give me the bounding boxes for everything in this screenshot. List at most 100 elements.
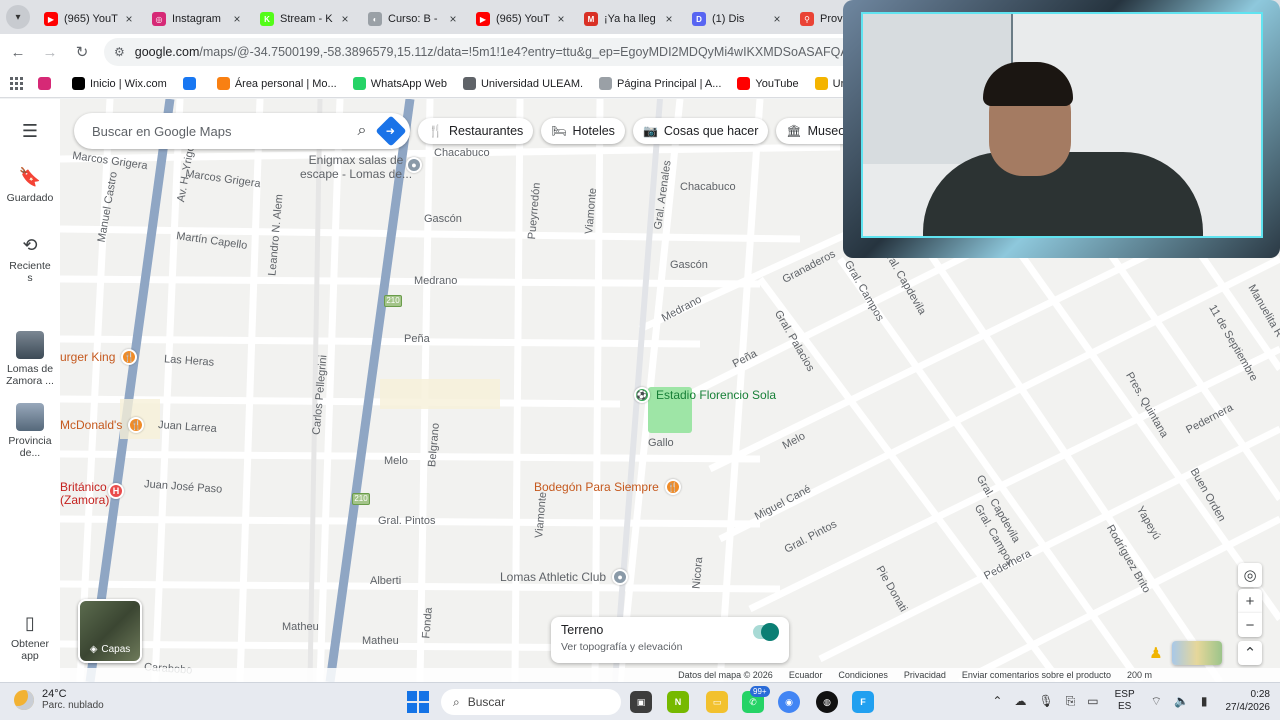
terrain-card[interactable]: Terreno Ver topografía y elevación: [551, 617, 789, 663]
poi-enigmax-pin[interactable]: ●: [406, 157, 422, 173]
nvidia-icon[interactable]: N: [667, 691, 689, 713]
bookmark-item[interactable]: Área personal | Mo...: [216, 77, 337, 90]
pegman-button[interactable]: ♟: [1144, 641, 1168, 665]
task-view-icon[interactable]: ▣: [630, 691, 652, 713]
get-app-button[interactable]: ▯ Obtener app: [0, 613, 60, 662]
maps-search-box[interactable]: Buscar en Google Maps ⌕ ➜: [74, 113, 410, 149]
close-tab-icon[interactable]: ×: [662, 12, 676, 26]
recent-place-label: Lomas de Zamora ...: [6, 363, 54, 387]
poi-enigmax[interactable]: Enigmax salas de escape - Lomas de...: [296, 153, 416, 181]
poi-britanico[interactable]: Británico (Zamora): [60, 481, 110, 507]
close-tab-icon[interactable]: ×: [770, 12, 784, 26]
pin-icon: ●: [406, 157, 422, 173]
weather-widget[interactable]: 24°C Parc. nublado: [14, 688, 104, 711]
browser-tab[interactable]: D (1) Dis ×: [684, 5, 792, 33]
footer-link[interactable]: Ecuador: [789, 670, 823, 680]
poi-bodegon[interactable]: Bodegón Para Siempre 🍴: [534, 479, 681, 495]
bookmark-favicon-icon: [182, 77, 196, 90]
close-tab-icon[interactable]: ×: [554, 12, 568, 26]
wifi-icon[interactable]: ⌔: [1151, 694, 1162, 709]
browser-tab[interactable]: M ¡Ya ha lleg ×: [576, 5, 684, 33]
browser-tab[interactable]: ◐ Curso: B - ×: [360, 5, 468, 33]
recent-label: Recientes: [9, 260, 51, 284]
expand-button[interactable]: ⌃: [1238, 641, 1262, 665]
bookmark-favicon-icon: [814, 77, 828, 90]
reload-button[interactable]: ↻: [68, 38, 96, 66]
language-indicator[interactable]: ESP ES: [1115, 689, 1135, 713]
bookmark-item[interactable]: [182, 77, 201, 90]
browser-tab[interactable]: K Stream - K ×: [252, 5, 360, 33]
layers-button[interactable]: ◈ Capas: [78, 599, 142, 663]
hospital-icon: H: [108, 483, 124, 499]
browser-tab[interactable]: ▶ (965) YouT ×: [36, 5, 144, 33]
bookmark-item[interactable]: [38, 77, 56, 90]
zoom-in-button[interactable]: +: [1238, 589, 1262, 613]
street-label: Chacabuco: [434, 147, 490, 159]
footer-link[interactable]: Enviar comentarios sobre el producto: [962, 670, 1111, 680]
recent-place-1[interactable]: Lomas de Zamora ...: [0, 331, 60, 387]
bookmark-item[interactable]: Inicio | Wix.com: [72, 77, 167, 90]
saved-button[interactable]: 🔖 Guardado: [0, 167, 60, 204]
recent-button[interactable]: ⟲ Recientes: [0, 235, 60, 284]
tab-title: Stream - K: [280, 13, 333, 25]
hospital-pin[interactable]: H: [108, 483, 124, 499]
footer-link[interactable]: Privacidad: [904, 670, 946, 680]
back-button[interactable]: ←: [4, 38, 32, 66]
tab-search-button[interactable]: ▾: [6, 5, 30, 29]
directions-icon[interactable]: ➜: [375, 115, 407, 147]
volume-icon[interactable]: 🔈: [1174, 694, 1189, 708]
category-chip[interactable]: 📷 Cosas que hacer: [632, 118, 769, 144]
person-torso: [923, 152, 1203, 236]
footer-link[interactable]: 200 m: [1127, 670, 1152, 680]
file-explorer-icon[interactable]: ▭: [706, 691, 728, 713]
category-chip[interactable]: 🛏 Hoteles: [541, 118, 625, 144]
battery-charge-icon[interactable]: ▮: [1201, 694, 1208, 708]
browser-tab[interactable]: ◎ Instagram ×: [144, 5, 252, 33]
bookmark-item[interactable]: YouTube: [737, 77, 799, 90]
close-tab-icon[interactable]: ×: [338, 12, 352, 26]
zoom-out-button[interactable]: −: [1238, 613, 1262, 637]
terrain-toggle[interactable]: [753, 623, 779, 641]
bookmark-favicon-icon: [599, 77, 613, 90]
poi-mcdonalds[interactable]: McDonald's 🍴: [60, 417, 145, 433]
category-chip[interactable]: 🍴 Restaurantes: [418, 118, 534, 144]
tab-title: (965) YouT: [64, 13, 118, 25]
poi-estadio[interactable]: ⚽ Estadio Florencio Sola: [634, 387, 776, 403]
chevron-up-icon[interactable]: ⌃: [992, 694, 1002, 708]
poi-burger-king[interactable]: urger King 🍴: [60, 349, 138, 365]
battery-icon[interactable]: ▭: [1087, 694, 1098, 708]
street-label: Gallo: [648, 437, 674, 449]
taskbar-search[interactable]: ⌕ Buscar: [441, 689, 621, 715]
forward-button[interactable]: →: [36, 38, 64, 66]
lang-code: ESP: [1114, 689, 1135, 700]
browser-tab[interactable]: ▶ (965) YouT ×: [468, 5, 576, 33]
bookmark-item[interactable]: Página Principal | A...: [599, 77, 721, 90]
bookmark-item[interactable]: Universidad ULEAM.: [462, 77, 584, 90]
imagery-strip[interactable]: [1172, 641, 1222, 665]
my-location-button[interactable]: ◎: [1238, 563, 1262, 587]
footer-link[interactable]: Datos del mapa © 2026: [678, 670, 773, 680]
close-tab-icon[interactable]: ×: [230, 12, 244, 26]
close-tab-icon[interactable]: ×: [122, 12, 136, 26]
bookmark-item[interactable]: WhatsApp Web: [352, 77, 447, 90]
chrome-icon[interactable]: ◉: [778, 691, 800, 713]
onedrive-icon[interactable]: ☁: [1014, 694, 1026, 708]
apps-grid-icon[interactable]: [10, 76, 24, 91]
start-button[interactable]: [407, 691, 429, 713]
bookmark-label: Universidad ULEAM.: [480, 77, 584, 90]
microphone-icon[interactable]: 🎙: [1038, 694, 1053, 708]
menu-button[interactable]: ☰: [0, 121, 60, 146]
bookmark-label: Página Principal | A...: [617, 77, 722, 90]
obs-icon[interactable]: ◍: [816, 691, 838, 713]
site-info-icon[interactable]: ⚙: [114, 45, 125, 59]
app-icon[interactable]: F: [852, 691, 874, 713]
network-adapter-icon[interactable]: ⎘: [1066, 694, 1076, 709]
search-input[interactable]: Buscar en Google Maps: [92, 124, 344, 139]
close-tab-icon[interactable]: ×: [446, 12, 460, 26]
footer-link[interactable]: Condiciones: [838, 670, 888, 680]
poi-label: Británico (Zamora): [60, 480, 110, 507]
recent-place-2[interactable]: Provincia de...: [0, 403, 60, 459]
clock[interactable]: 0:28 27/4/2026: [1226, 688, 1271, 714]
search-icon[interactable]: ⌕: [344, 122, 380, 140]
poi-lomas-athletic[interactable]: Lomas Athletic Club ●: [500, 569, 629, 585]
